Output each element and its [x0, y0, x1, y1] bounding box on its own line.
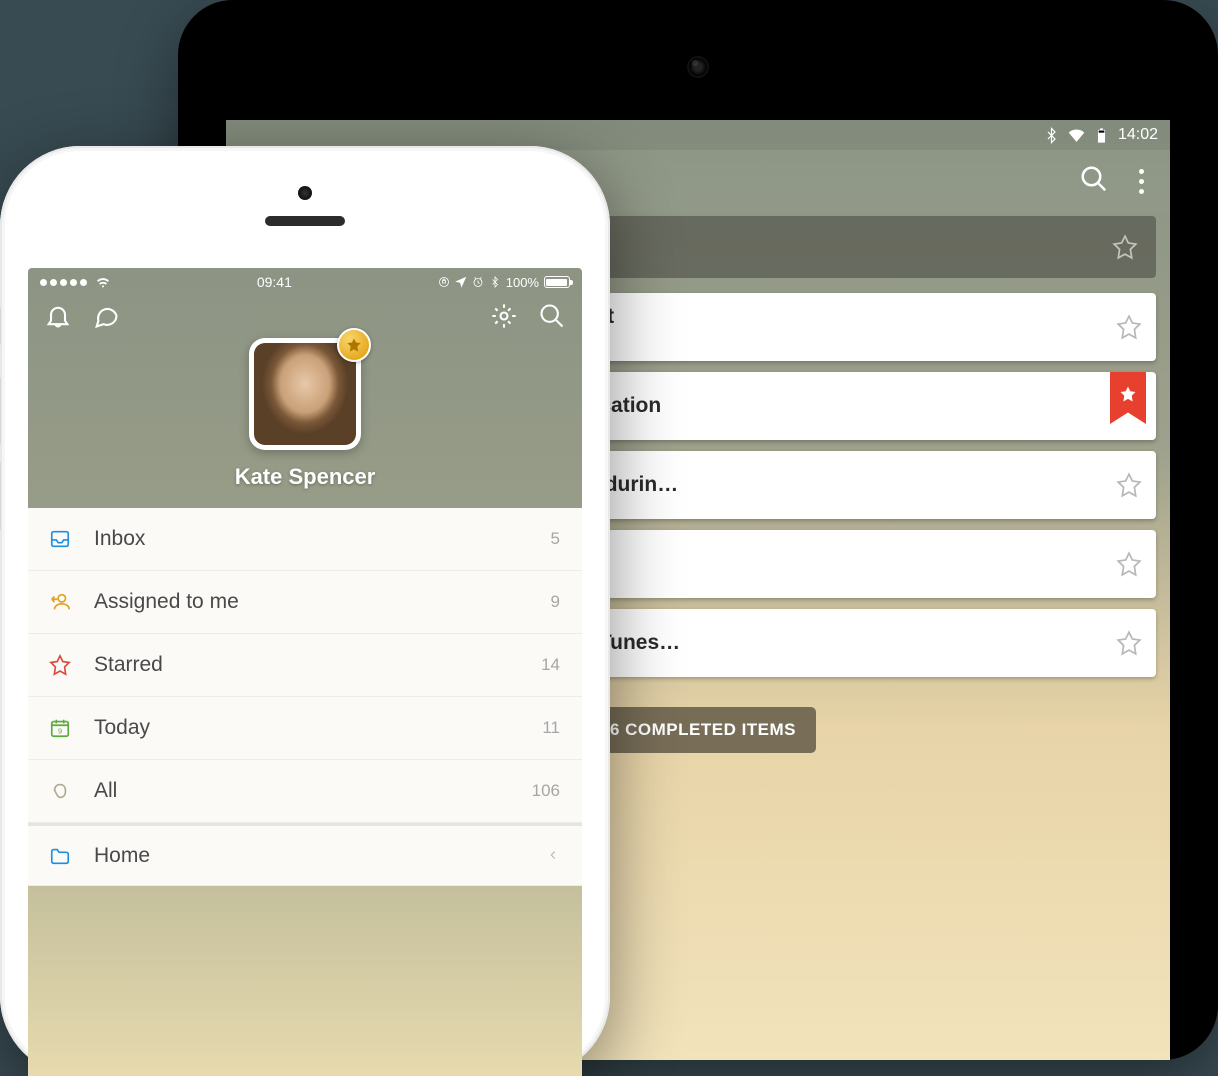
inbox-icon: [48, 528, 72, 550]
search-button[interactable]: [1079, 164, 1109, 199]
user-name: Kate Spencer: [235, 464, 376, 490]
list-count: 106: [532, 781, 560, 801]
battery-percent: 100%: [506, 275, 539, 290]
alarm-icon: [472, 276, 484, 288]
list-label: Home: [94, 844, 546, 868]
list-label: Inbox: [94, 527, 551, 551]
location-icon: [455, 276, 467, 288]
status-time: 09:41: [257, 274, 292, 290]
list-label: All: [94, 779, 532, 803]
list-count: 11: [542, 718, 560, 738]
wifi-icon: [95, 274, 111, 290]
settings-button[interactable]: [490, 302, 518, 335]
svg-text:9: 9: [58, 727, 62, 736]
avatar[interactable]: [249, 338, 361, 450]
today-icon: 9: [48, 717, 72, 739]
tablet-camera: [687, 56, 709, 78]
smart-list-section: Inbox 5 Assigned to me 9 Starred 149 Tod…: [28, 508, 582, 886]
battery-icon: [544, 276, 570, 288]
star-icon[interactable]: [1112, 234, 1138, 260]
smart-list-item[interactable]: Assigned to me 9: [28, 571, 582, 634]
star-button[interactable]: [1116, 472, 1142, 498]
phone-sensors: [0, 186, 610, 226]
smart-list-item[interactable]: All 106: [28, 760, 582, 823]
phone-volume-up: [0, 376, 1, 446]
gear-icon: [490, 302, 518, 330]
bluetooth-icon: [1043, 127, 1060, 144]
star-icon: [48, 654, 72, 676]
overflow-menu-button[interactable]: [1135, 165, 1148, 198]
phone-device: 09:41 100%: [0, 146, 610, 1076]
status-time: 14:02: [1118, 126, 1158, 144]
chat-button[interactable]: [92, 302, 120, 335]
battery-icon: [1093, 127, 1110, 144]
smart-list-item[interactable]: Starred 14: [28, 634, 582, 697]
assigned-icon: [48, 591, 72, 613]
all-icon: [48, 780, 72, 802]
smart-list-item[interactable]: 9 Today 11: [28, 697, 582, 760]
list-label: Today: [94, 716, 542, 740]
list-count: 5: [551, 529, 560, 549]
chevron-left-icon: [546, 844, 560, 868]
list-label: Assigned to me: [94, 590, 551, 614]
chat-icon: [92, 302, 120, 330]
star-badge: [337, 328, 371, 362]
list-count: 9: [551, 592, 560, 612]
completed-items-chip[interactable]: 26 COMPLETED ITEMS: [580, 707, 816, 753]
star-button[interactable]: [1116, 314, 1142, 340]
phone-volume-down: [0, 461, 1, 531]
phone-camera: [298, 186, 312, 200]
wifi-icon: [1068, 127, 1085, 144]
ios-status-bar: 09:41 100%: [28, 268, 582, 296]
notifications-button[interactable]: [44, 302, 72, 335]
folder-icon: [48, 845, 72, 867]
search-button[interactable]: [538, 302, 566, 335]
phone-screen: 09:41 100%: [28, 268, 582, 1076]
list-count: 14: [541, 655, 560, 675]
lock-icon: [438, 276, 450, 288]
search-icon: [1079, 164, 1109, 194]
profile-header: Kate Spencer: [28, 296, 582, 508]
star-button[interactable]: [1116, 630, 1142, 656]
phone-speaker: [265, 216, 345, 226]
search-icon: [538, 302, 566, 330]
star-icon: [346, 337, 362, 353]
signal-icon: [40, 279, 87, 286]
phone-mute-switch: [0, 306, 1, 346]
list-item[interactable]: Home: [28, 823, 582, 886]
bluetooth-icon: [489, 276, 501, 288]
star-button[interactable]: [1116, 551, 1142, 577]
smart-list-item[interactable]: Inbox 5: [28, 508, 582, 571]
bell-icon: [44, 302, 72, 330]
list-label: Starred: [94, 653, 541, 677]
